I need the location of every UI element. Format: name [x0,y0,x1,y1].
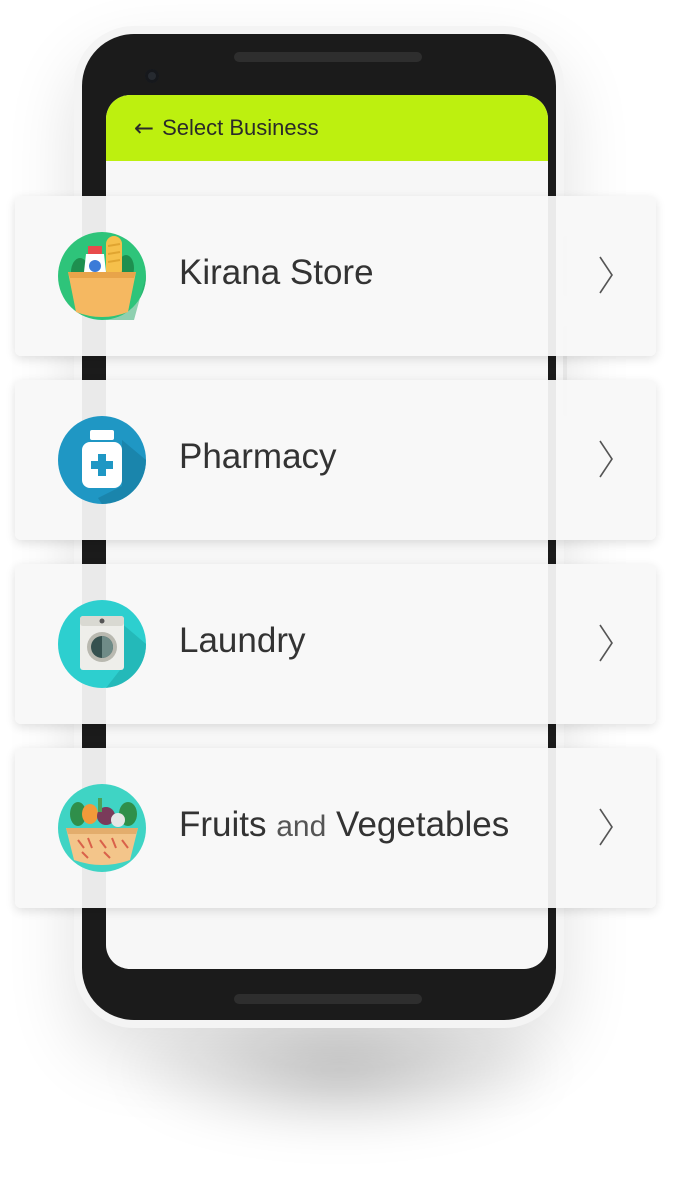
chevron-right-icon [599,440,613,478]
vegetable-basket-icon [58,784,146,872]
business-card-fruits-and-vegetables[interactable]: Fruits and Vegetables [15,748,656,908]
business-card-pharmacy[interactable]: Pharmacy [15,380,656,540]
business-label-fruits-and-vegetables: Fruits and Vegetables [179,805,509,845]
label-word-fruits: Fruits [179,805,267,844]
chevron-right-icon [599,808,613,846]
chevron-right-icon [599,624,613,662]
business-card-kirana-store[interactable]: Kirana Store [15,196,656,356]
label-word-vegetables: Vegetables [336,805,510,844]
header-title: Select Business [162,115,319,140]
phone-earpiece [234,52,422,62]
label-word-and: and [276,810,327,843]
grocery-bag-icon [58,232,146,320]
business-card-laundry[interactable]: Laundry [15,564,656,724]
business-label-pharmacy: Pharmacy [179,437,337,476]
washing-machine-icon [58,600,146,688]
business-label-kirana-store: Kirana Store [179,253,374,292]
app-header: ← Select Business [106,95,548,161]
phone-bottom-speaker [234,994,422,1004]
front-camera-icon [145,69,159,83]
arrow-left-icon[interactable]: ← [134,116,154,140]
chevron-right-icon [599,256,613,294]
business-label-laundry: Laundry [179,621,306,660]
medicine-bottle-icon [58,416,146,504]
